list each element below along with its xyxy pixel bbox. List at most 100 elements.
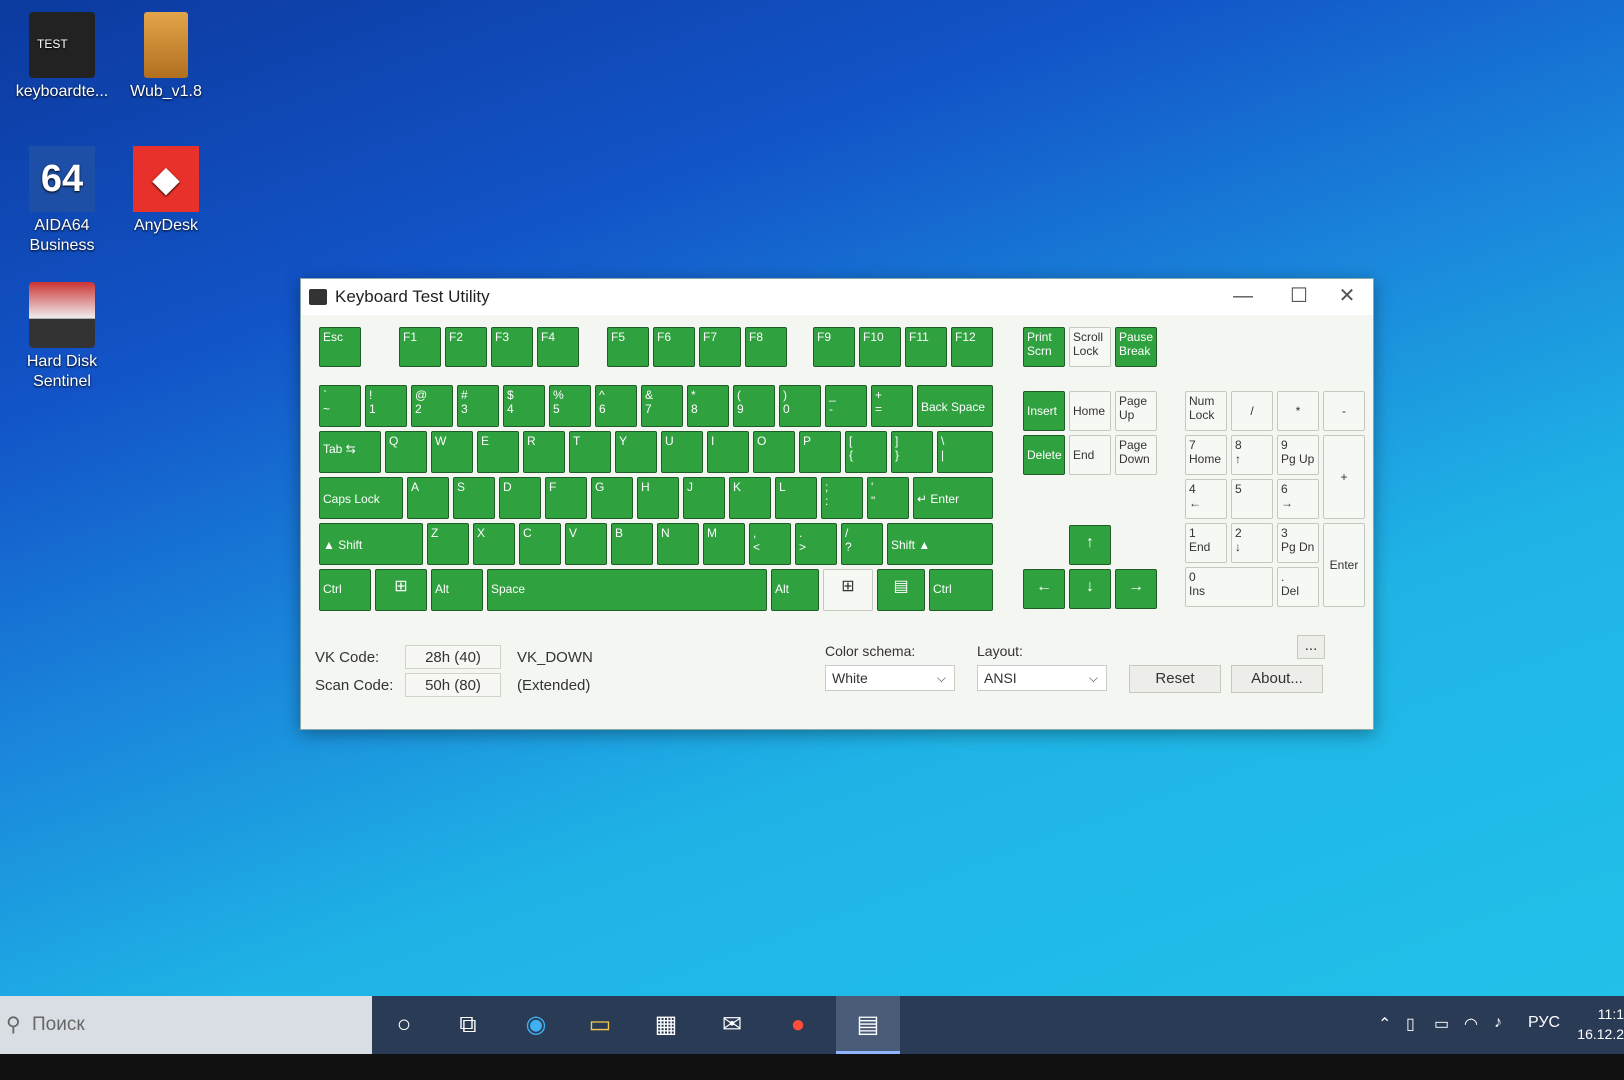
key-quote[interactable]: ' " xyxy=(867,477,909,519)
key-numpad-divide[interactable]: / xyxy=(1231,391,1273,431)
key-end[interactable]: End xyxy=(1069,435,1111,475)
key-numpad-2[interactable]: 2 ↓ xyxy=(1231,523,1273,563)
key-s[interactable]: S xyxy=(453,477,495,519)
key-f8[interactable]: F8 xyxy=(745,327,787,367)
key-numpad-6[interactable]: 6 → xyxy=(1277,479,1319,519)
key-numpad-enter[interactable]: Enter xyxy=(1323,523,1365,607)
key-page-down[interactable]: Page Down xyxy=(1115,435,1157,475)
layout-select[interactable]: ANSI ⌵ xyxy=(977,665,1107,691)
key-num-lock[interactable]: Num Lock xyxy=(1185,391,1227,431)
key-numpad-0[interactable]: 0 Ins xyxy=(1185,567,1273,607)
key-tab[interactable]: Tab ⇆ xyxy=(319,431,381,473)
key-pause-break[interactable]: Pause Break xyxy=(1115,327,1157,367)
key-numpad-9[interactable]: 9 Pg Up xyxy=(1277,435,1319,475)
volume-icon[interactable]: ♪ xyxy=(1494,1014,1502,1032)
key-q[interactable]: Q xyxy=(385,431,427,473)
key-semicolon[interactable]: ;: xyxy=(821,477,863,519)
key-5[interactable]: % 5 xyxy=(549,385,591,427)
key-enter[interactable]: ↵ Enter xyxy=(913,477,993,519)
edge-icon[interactable]: ◉ xyxy=(516,1006,556,1044)
key-f12[interactable]: F12 xyxy=(951,327,993,367)
key-numpad-decimal[interactable]: . Del xyxy=(1277,567,1319,607)
key-backslash[interactable]: \ | xyxy=(937,431,993,473)
key-numpad-minus[interactable]: - xyxy=(1323,391,1365,431)
key-l[interactable]: L xyxy=(775,477,817,519)
key-r[interactable]: R xyxy=(523,431,565,473)
file-explorer-icon[interactable]: ▭ xyxy=(580,1006,620,1044)
key-ctrl-right[interactable]: Ctrl xyxy=(929,569,993,611)
key-arrow-up[interactable]: ↑ xyxy=(1069,525,1111,565)
keyboard-test-taskbar-icon[interactable]: ▤ xyxy=(848,1006,888,1044)
key-f5[interactable]: F5 xyxy=(607,327,649,367)
key-3[interactable]: #3 xyxy=(457,385,499,427)
key-w[interactable]: W xyxy=(431,431,473,473)
key-equals[interactable]: + = xyxy=(871,385,913,427)
key-win-right[interactable]: ⊞ xyxy=(823,569,873,611)
store-icon[interactable]: ▦ xyxy=(646,1006,686,1044)
key-z[interactable]: Z xyxy=(427,523,469,565)
key-9[interactable]: (9 xyxy=(733,385,775,427)
key-8[interactable]: * 8 xyxy=(687,385,729,427)
key-numpad-5[interactable]: 5 xyxy=(1231,479,1273,519)
maximize-button[interactable]: ☐ xyxy=(1277,283,1321,309)
key-f11[interactable]: F11 xyxy=(905,327,947,367)
key-arrow-right[interactable]: → xyxy=(1115,569,1157,609)
battery-icon[interactable]: ▭ xyxy=(1434,1014,1449,1034)
key-o[interactable]: O xyxy=(753,431,795,473)
key-7[interactable]: & 7 xyxy=(641,385,683,427)
key-arrow-down[interactable]: ↓ xyxy=(1069,569,1111,609)
key-ctrl-left[interactable]: Ctrl xyxy=(319,569,371,611)
key-delete[interactable]: Delete xyxy=(1023,435,1065,475)
key-f6[interactable]: F6 xyxy=(653,327,695,367)
key-period[interactable]: . > xyxy=(795,523,837,565)
key-0[interactable]: ) 0 xyxy=(779,385,821,427)
yandex-browser-icon[interactable]: ● xyxy=(778,1006,818,1044)
key-bracket-right[interactable]: ]} xyxy=(891,431,933,473)
clock[interactable]: 11:1 16.12.2 xyxy=(1564,1004,1624,1044)
reset-button[interactable]: Reset xyxy=(1129,665,1221,693)
key-2[interactable]: @2 xyxy=(411,385,453,427)
key-print-screen[interactable]: Print Scrn xyxy=(1023,327,1065,367)
key-c[interactable]: C xyxy=(519,523,561,565)
key-m[interactable]: M xyxy=(703,523,745,565)
device-icon[interactable]: ▯ xyxy=(1406,1014,1415,1034)
task-view-icon[interactable]: ⧉ xyxy=(448,1006,488,1044)
key-numpad-8[interactable]: 8 ↑ xyxy=(1231,435,1273,475)
key-b[interactable]: B xyxy=(611,523,653,565)
key-p[interactable]: P xyxy=(799,431,841,473)
search-box[interactable]: ⚲ Поиск xyxy=(0,996,372,1054)
key-numpad-3[interactable]: 3 Pg Dn xyxy=(1277,523,1319,563)
key-menu[interactable]: ▤ xyxy=(877,569,925,611)
cortana-icon[interactable]: ○ xyxy=(384,1006,424,1044)
key-f3[interactable]: F3 xyxy=(491,327,533,367)
key-numpad-plus[interactable]: + xyxy=(1323,435,1365,519)
key-numpad-7[interactable]: 7 Home xyxy=(1185,435,1227,475)
desktop-icon-wub[interactable]: Wub_v1.8 xyxy=(116,12,216,102)
key-k[interactable]: K xyxy=(729,477,771,519)
key-f10[interactable]: F10 xyxy=(859,327,901,367)
key-a[interactable]: A xyxy=(407,477,449,519)
key-numpad-4[interactable]: 4 ← xyxy=(1185,479,1227,519)
chevron-up-icon[interactable]: ⌃ xyxy=(1378,1014,1391,1034)
key-home[interactable]: Home xyxy=(1069,391,1111,431)
language-indicator[interactable]: РУС xyxy=(1528,1014,1560,1032)
key-arrow-left[interactable]: ← xyxy=(1023,569,1065,609)
key-win-left[interactable]: ⊞ xyxy=(375,569,427,611)
key-j[interactable]: J xyxy=(683,477,725,519)
desktop-icon-keyboardtest[interactable]: TEST keyboardte... xyxy=(12,12,112,102)
key-page-up[interactable]: Page Up xyxy=(1115,391,1157,431)
desktop-icon-anydesk[interactable]: ◆ AnyDesk xyxy=(116,146,216,236)
key-shift-left[interactable]: ▲ Shift xyxy=(319,523,423,565)
key-t[interactable]: T xyxy=(569,431,611,473)
minimize-button[interactable]: — xyxy=(1221,283,1265,309)
key-esc[interactable]: Esc xyxy=(319,327,361,367)
key-numpad-multiply[interactable]: * xyxy=(1277,391,1319,431)
title-bar[interactable]: Keyboard Test Utility — ☐ ✕ xyxy=(301,279,1373,315)
key-n[interactable]: N xyxy=(657,523,699,565)
key-f9[interactable]: F9 xyxy=(813,327,855,367)
key-backspace[interactable]: Back Space xyxy=(917,385,993,427)
key-y[interactable]: Y xyxy=(615,431,657,473)
about-button[interactable]: About... xyxy=(1231,665,1323,693)
key-alt-right[interactable]: Alt xyxy=(771,569,819,611)
key-f7[interactable]: F7 xyxy=(699,327,741,367)
